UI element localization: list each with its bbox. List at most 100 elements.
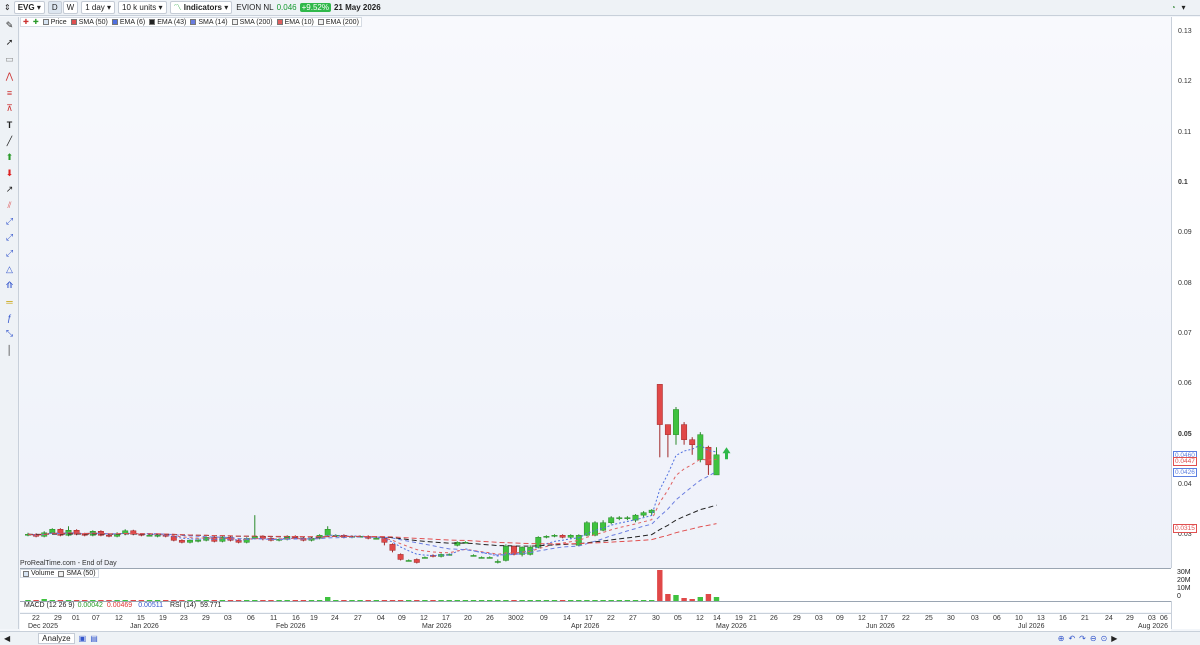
zigzag-icon[interactable]: ⋀ <box>2 70 17 83</box>
candle-body[interactable] <box>421 557 428 559</box>
legend-item[interactable]: SMA (14) <box>190 18 228 26</box>
candle-body[interactable] <box>543 536 550 538</box>
legend-item[interactable]: SMA (50) <box>70 19 108 26</box>
candle-body[interactable] <box>146 535 153 537</box>
function-icon[interactable]: ƒ <box>2 311 17 324</box>
zoom-in-icon[interactable]: ⊕ <box>1058 634 1065 643</box>
buy-signal-icon[interactable] <box>722 447 731 460</box>
pointer-tool-icon[interactable]: ⇕ <box>4 3 11 12</box>
ruler-icon[interactable]: ▭ <box>2 53 17 66</box>
menu-icon[interactable]: ▾ <box>1182 3 1186 12</box>
daily-button[interactable]: D <box>47 1 62 14</box>
candle-body[interactable] <box>187 540 193 543</box>
candle-body[interactable] <box>405 560 412 562</box>
text-tool-icon[interactable]: T <box>2 118 17 131</box>
arrow-up-icon[interactable]: ⬆ <box>2 151 17 164</box>
fit-icon[interactable]: ⊙ <box>1101 634 1108 643</box>
trendline-icon[interactable]: ╱ <box>2 135 17 148</box>
candle-body[interactable] <box>592 522 598 536</box>
candle-body[interactable] <box>494 561 501 563</box>
candle-body[interactable] <box>567 535 574 538</box>
ticker-label: EVG <box>17 3 35 12</box>
candle-body[interactable] <box>713 454 720 476</box>
candle-body[interactable] <box>486 557 493 559</box>
candle-body[interactable] <box>381 538 388 543</box>
indicators-button[interactable]: 〽 Indicators ▾ <box>169 1 233 14</box>
candle-body[interactable] <box>154 535 161 537</box>
undo-icon[interactable]: ↶ <box>1068 634 1075 643</box>
candle-body[interactable] <box>397 554 404 560</box>
price-axis[interactable]: 0.13 0.12 0.11 0.1 0.09 0.08 0.07 0.06 0.05 0.04 0… <box>1171 17 1200 629</box>
candle-body[interactable] <box>608 517 615 523</box>
legend-item[interactable]: SMA (200) <box>231 19 273 26</box>
legend-label: SMA (14) <box>198 18 228 26</box>
candle-body[interactable] <box>689 439 696 445</box>
redo-icon[interactable]: ↷ <box>1079 634 1086 643</box>
cursor-icon[interactable]: ➚ <box>2 36 17 49</box>
legend-item[interactable]: EMA (43) <box>149 19 186 26</box>
candle-body[interactable] <box>583 522 590 536</box>
arrow-icon[interactable]: ↗ <box>2 183 17 196</box>
candle-body[interactable] <box>559 535 566 538</box>
channel-icon[interactable]: ⫽ <box>2 199 17 212</box>
candle-body[interactable] <box>413 559 420 563</box>
pencil-icon[interactable]: ✎ <box>2 19 17 32</box>
candle-body[interactable] <box>49 529 56 534</box>
price-tick-label: 0.05 <box>1178 430 1192 438</box>
candle-body[interactable] <box>324 529 331 536</box>
layout-icon[interactable]: ▣ <box>79 634 87 643</box>
volume-panel[interactable] <box>20 568 1171 602</box>
candle-body[interactable] <box>478 557 485 559</box>
extended-line-icon[interactable]: ⤢ <box>2 247 17 260</box>
candle-body[interactable] <box>389 544 396 551</box>
candle-body[interactable] <box>551 535 558 537</box>
add-indicator-icon[interactable]: ✚ <box>23 18 29 26</box>
legend-item[interactable]: EMA (6) <box>111 19 145 26</box>
candle-body[interactable] <box>178 540 185 543</box>
candle-body[interactable] <box>640 512 647 516</box>
zoom-out-icon[interactable]: ⊖ <box>1090 634 1097 643</box>
candle-body[interactable] <box>235 540 242 543</box>
triangle-icon[interactable]: △ <box>2 263 17 276</box>
candle-body[interactable] <box>648 509 655 513</box>
candle-body[interactable] <box>195 540 202 542</box>
time-day-label: 15 <box>137 615 145 622</box>
zoom-icon[interactable]: ✚ <box>33 18 39 26</box>
fibonacci-icon[interactable]: ≡ <box>2 86 17 99</box>
line-icon[interactable]: ⤢ <box>2 231 17 244</box>
time-axis[interactable]: 22 29 01 07 12 15 19 23 29 03 06 11 16 19 24 27 04 09 12 17… <box>20 613 1171 631</box>
candle-body[interactable] <box>681 424 688 440</box>
time-day-label: 30 <box>652 615 660 622</box>
candle-body[interactable] <box>673 409 679 435</box>
bottom-toolbar: ◀ Analyze ▣ ▤ ⊕ ↶ ↷ ⊖ ⊙ ▶ <box>0 631 1200 645</box>
candle-body[interactable] <box>664 424 671 435</box>
candle-body[interactable] <box>373 538 380 540</box>
settings-icon[interactable]: ◔ <box>1171 3 1176 12</box>
scroll-right-icon[interactable]: ▶ <box>1111 634 1117 643</box>
pattern-icon[interactable]: ⊼ <box>2 102 17 115</box>
candle-body[interactable] <box>656 384 663 425</box>
analyze-button[interactable]: Analyze <box>38 633 75 644</box>
units-select[interactable]: 10 k units ▾ <box>118 1 167 14</box>
price-chart[interactable] <box>20 17 1171 568</box>
candle-body[interactable] <box>697 434 704 461</box>
weekly-button[interactable]: W <box>62 1 79 14</box>
ticker-select[interactable]: EVG ▾ <box>13 1 45 14</box>
measure-icon[interactable]: ⤡ <box>2 327 17 340</box>
period-select[interactable]: 1 day ▾ <box>81 1 116 14</box>
legend-item[interactable]: Price <box>42 19 67 26</box>
scroll-left-icon[interactable]: ◀ <box>4 634 10 643</box>
candle-body[interactable] <box>470 555 477 557</box>
candlestick-chart[interactable] <box>20 17 1171 568</box>
arrow-down-icon[interactable]: ⬇ <box>2 167 17 180</box>
candle-body[interactable] <box>616 517 623 519</box>
candle-body[interactable] <box>624 517 631 519</box>
legend-item[interactable]: EMA (10) <box>276 19 314 26</box>
vertical-line-icon[interactable]: │ <box>2 343 17 356</box>
candle-body[interactable] <box>106 535 112 537</box>
gann-icon[interactable]: ⟰ <box>2 279 17 292</box>
ray-icon[interactable]: ⤢ <box>2 215 17 228</box>
legend-item[interactable]: EMA (200) <box>317 19 359 26</box>
print-icon[interactable]: ▤ <box>90 634 98 643</box>
horizontal-line-icon[interactable]: ═ <box>2 295 17 308</box>
